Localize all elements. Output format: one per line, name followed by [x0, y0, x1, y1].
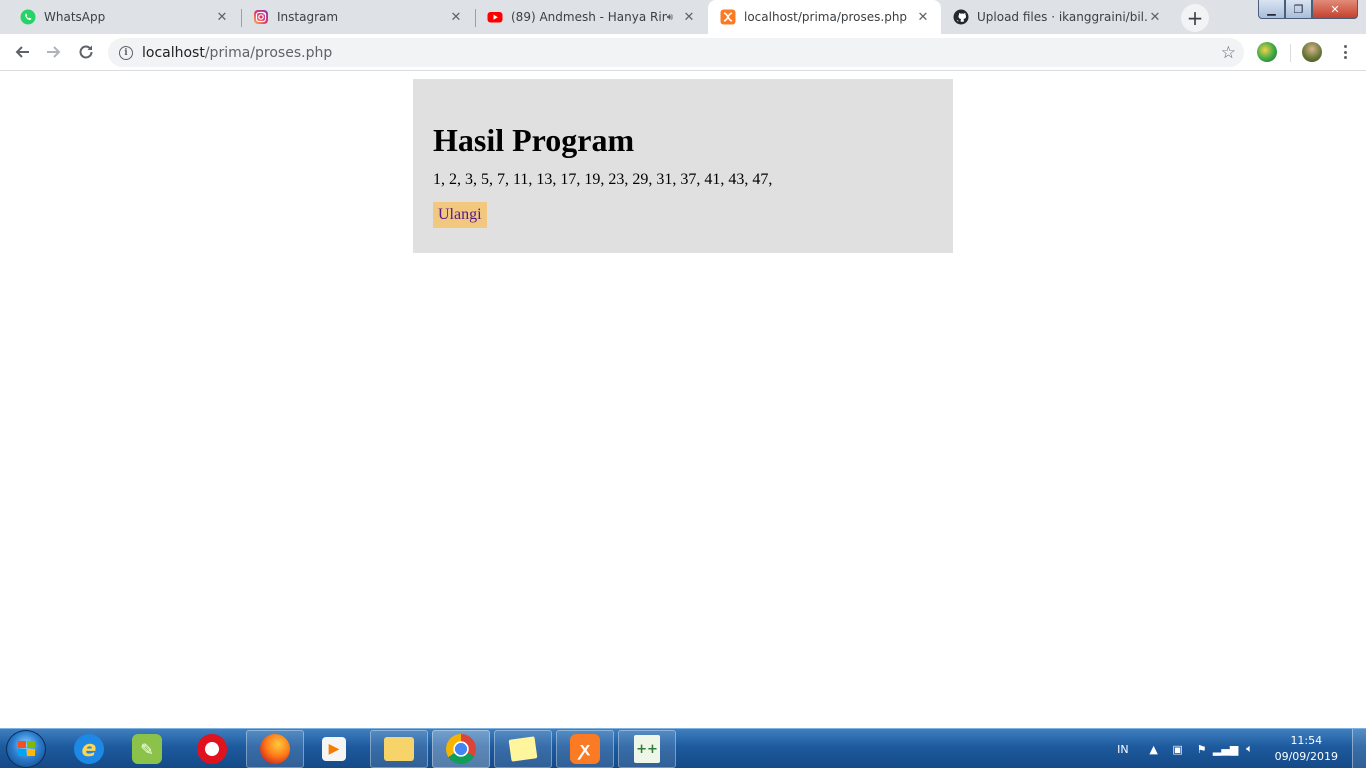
tab-instagram[interactable]: Instagram ✕ [241, 0, 474, 34]
tab-title: WhatsApp [44, 10, 106, 24]
show-hidden-icons-icon[interactable]: ▲ [1147, 742, 1161, 756]
file-explorer-icon [384, 737, 414, 761]
browser-menu-icon[interactable] [1337, 42, 1353, 62]
opera-icon [197, 734, 227, 764]
tab-title: localhost/prima/proses.php [744, 10, 908, 24]
firefox-icon [260, 734, 290, 764]
restore-button[interactable]: ❐ [1285, 0, 1312, 19]
browser-toolbar: i localhost/prima/proses.php ☆ [0, 34, 1366, 71]
coreldraw-icon: ✎ [132, 734, 162, 764]
site-info-icon[interactable]: i [119, 45, 133, 60]
result-card: Hasil Program 1, 2, 3, 5, 7, 11, 13, 17,… [413, 79, 953, 253]
action-center-flag-icon[interactable]: ⚑ [1195, 742, 1209, 756]
extension-icon[interactable] [1257, 42, 1277, 62]
taskbar-opera[interactable] [183, 730, 241, 768]
tab-title: Upload files · ikanggraini/bil.prima [977, 10, 1147, 24]
show-desktop-button[interactable] [1352, 729, 1366, 768]
close-tab-icon[interactable]: ✕ [214, 9, 230, 25]
close-icon: ✕ [1330, 2, 1340, 16]
language-indicator[interactable]: IN [1117, 743, 1128, 756]
prime-numbers-output: 1, 2, 3, 5, 7, 11, 13, 17, 19, 23, 29, 3… [433, 171, 773, 188]
page-title: Hasil Program [433, 122, 635, 158]
tab-youtube[interactable]: (89) Andmesh - Hanya Rindu 🔊︎ ✕ [475, 0, 707, 34]
taskbar-file-explorer[interactable] [370, 730, 428, 768]
windows-logo-icon [18, 741, 36, 758]
plus-icon: + [1186, 6, 1204, 30]
tab-github[interactable]: Upload files · ikanggraini/bil.prima ✕ [941, 0, 1173, 34]
audio-playing-icon[interactable]: 🔊︎ [667, 12, 673, 23]
tab-localhost-proses[interactable]: localhost/prima/proses.php ✕ [708, 0, 941, 34]
page-viewport: Hasil Program 1, 2, 3, 5, 7, 11, 13, 17,… [0, 72, 1366, 728]
system-tray: IN ▲ ▣ ⚑ ▂▄▆ 🔈︎ 11:54 09/09/2019 [1117, 729, 1366, 768]
reload-button[interactable] [72, 38, 100, 66]
volume-icon[interactable]: 🔈︎ [1243, 742, 1257, 756]
clock[interactable]: 11:54 09/09/2019 [1275, 733, 1338, 765]
clock-date: 09/09/2019 [1274, 750, 1338, 763]
sticky-notes-icon [508, 736, 538, 762]
tab-title: Instagram [277, 10, 339, 24]
forward-arrow-icon [47, 46, 61, 58]
xampp-icon: ꭗ [570, 734, 600, 764]
taskbar-firefox[interactable] [246, 730, 304, 768]
minimize-icon: ▁ [1267, 2, 1276, 16]
close-tab-icon[interactable]: ✕ [681, 9, 697, 25]
tab-whatsapp[interactable]: WhatsApp ✕ [8, 0, 240, 34]
window-controls: ▁ ❐ ✕ [1258, 0, 1358, 20]
profile-avatar[interactable] [1302, 42, 1322, 62]
taskbar-chrome[interactable] [432, 730, 490, 768]
xampp-icon [720, 9, 736, 25]
internet-explorer-icon: e [74, 734, 104, 764]
back-button[interactable] [8, 38, 36, 66]
media-player-icon: ▶ [322, 737, 346, 761]
taskbar-notepad-plus-plus[interactable]: ++ [618, 730, 676, 768]
notepad-plus-plus-icon: ++ [634, 735, 660, 763]
close-tab-icon[interactable]: ✕ [1147, 9, 1163, 25]
reload-icon [79, 45, 93, 59]
device-icon[interactable]: ▣ [1171, 742, 1185, 756]
ulangi-button[interactable]: Ulangi [433, 202, 487, 228]
forward-button[interactable] [40, 38, 68, 66]
youtube-icon [487, 9, 503, 25]
start-button[interactable] [6, 730, 46, 768]
whatsapp-icon [20, 9, 36, 25]
taskbar-xampp[interactable]: ꭗ [556, 730, 614, 768]
url-text: localhost/prima/proses.php [142, 45, 332, 61]
clock-time: 11:54 [1290, 734, 1323, 747]
close-tab-icon[interactable]: ✕ [915, 9, 931, 25]
minimize-button[interactable]: ▁ [1258, 0, 1285, 19]
back-arrow-icon [15, 46, 29, 58]
close-tab-icon[interactable]: ✕ [448, 9, 464, 25]
url-path: /prima/proses.php [204, 44, 333, 61]
restore-icon: ❐ [1293, 2, 1304, 16]
close-window-button[interactable]: ✕ [1312, 0, 1358, 19]
chrome-icon [446, 734, 476, 764]
toolbar-divider [1290, 44, 1291, 62]
tab-strip: WhatsApp ✕ Instagram ✕ (89) Andmesh - Ha… [0, 0, 1366, 34]
taskbar-coreldraw[interactable]: ✎ [118, 730, 176, 768]
network-signal-icon[interactable]: ▂▄▆ [1213, 742, 1238, 756]
instagram-icon [253, 9, 269, 25]
taskbar-internet-explorer[interactable]: e [60, 730, 118, 768]
taskbar-sticky-notes[interactable] [494, 730, 552, 768]
bookmark-star-icon[interactable]: ☆ [1221, 43, 1236, 63]
github-icon [953, 9, 969, 25]
new-tab-button[interactable]: + [1181, 4, 1209, 32]
address-bar[interactable]: i localhost/prima/proses.php ☆ [108, 38, 1244, 67]
taskbar-media-player[interactable]: ▶ [305, 730, 363, 768]
tab-title: (89) Andmesh - Hanya Rindu [511, 10, 667, 24]
windows-taskbar: e ✎ ▶ ꭗ ++ IN ▲ ▣ ⚑ ▂▄▆ 🔈︎ 11:54 09/09/2… [0, 728, 1366, 768]
url-host: localhost [142, 44, 205, 61]
